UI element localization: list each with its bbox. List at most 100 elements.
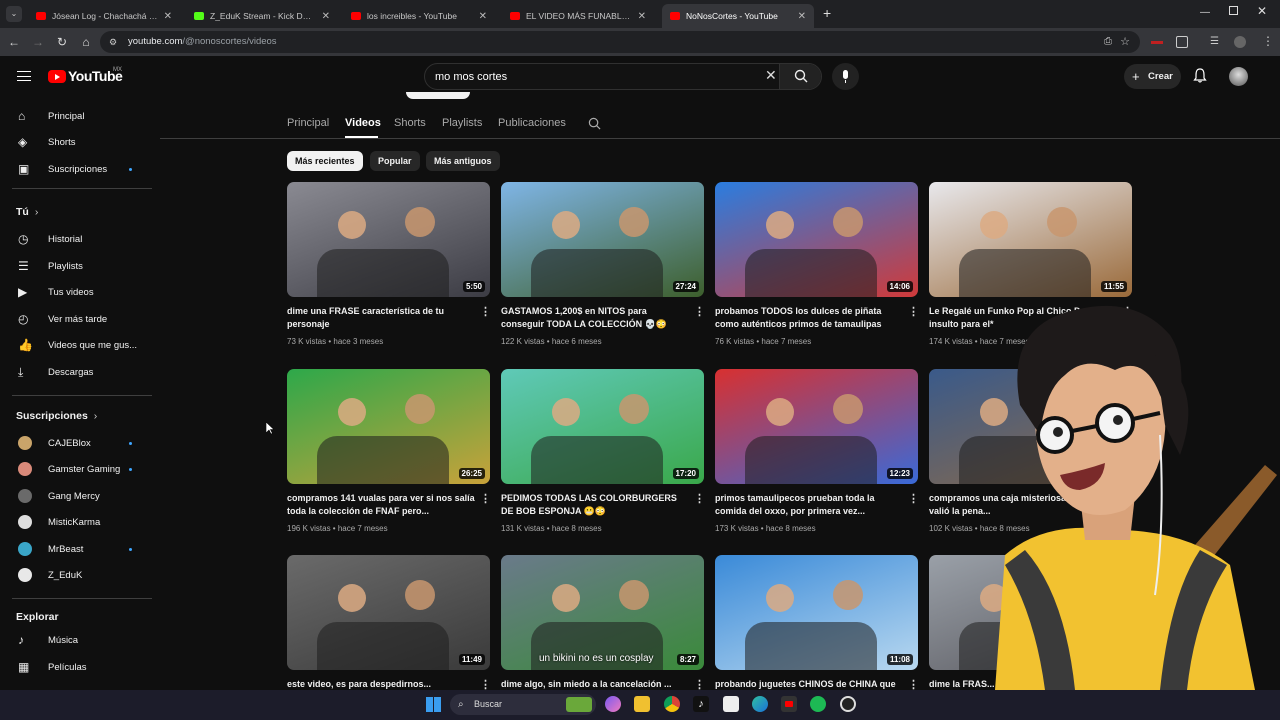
browser-tab[interactable]: los increibles - YouTube ✕ xyxy=(343,4,495,28)
minimize-icon[interactable]: — xyxy=(1200,7,1210,18)
video-thumbnail[interactable]: 14:06 xyxy=(715,182,918,297)
video-title[interactable]: compramos 141 vualas para ver si nos sal… xyxy=(287,492,475,518)
sort-chip[interactable]: Popular xyxy=(370,151,420,171)
sidebar-subscription[interactable]: Gamster Gaming xyxy=(0,456,152,482)
video-thumbnail[interactable]: 8:27 un bikini no es un cosplay xyxy=(501,555,704,670)
more-options-icon[interactable]: ⋮ xyxy=(480,493,491,505)
subscriptions-section-heading[interactable]: Suscripciones › xyxy=(16,410,97,422)
clear-search-icon[interactable]: ✕ xyxy=(765,67,777,84)
create-button[interactable]: + Crear xyxy=(1124,64,1181,89)
bookmark-star-icon[interactable]: ☆ xyxy=(1120,31,1130,53)
spotify-icon[interactable] xyxy=(810,696,826,712)
restore-icon[interactable] xyxy=(1229,6,1238,15)
back-icon[interactable]: ← xyxy=(6,34,22,50)
windows-start-icon[interactable] xyxy=(426,697,441,712)
channel-tab[interactable]: Principal xyxy=(287,117,329,129)
extensions-icon[interactable] xyxy=(1176,36,1188,48)
search-button[interactable] xyxy=(779,64,821,89)
notifications-bell-icon[interactable] xyxy=(1193,68,1207,83)
tab-search-icon[interactable]: ⌄ xyxy=(6,6,22,22)
video-title[interactable]: probamos TODOS los dulces de piñata como… xyxy=(715,305,903,331)
sidebar-item[interactable]: ♪ Música xyxy=(0,627,152,653)
close-tab-icon[interactable]: ✕ xyxy=(479,11,487,22)
more-options-icon[interactable]: ⋮ xyxy=(694,493,705,505)
video-thumbnail[interactable]: 17:20 xyxy=(501,369,704,484)
close-tab-icon[interactable]: ✕ xyxy=(322,11,330,22)
youtube-app-icon[interactable] xyxy=(781,696,797,712)
channel-tab[interactable]: Playlists xyxy=(442,117,482,129)
browser-tab[interactable]: NoNosCortes - YouTube ✕ xyxy=(662,4,814,28)
obs-icon[interactable] xyxy=(840,696,856,712)
you-section-heading[interactable]: Tú › xyxy=(16,206,38,218)
sidebar-item[interactable]: 👍 Videos que me gus... xyxy=(0,332,152,358)
video-title[interactable]: GASTAMOS 1,200$ en NITOS para conseguir … xyxy=(501,305,689,331)
account-avatar[interactable] xyxy=(1229,67,1248,86)
new-tab-icon[interactable]: + xyxy=(823,6,831,20)
video-title[interactable]: primos tamaulipecos prueban toda la comi… xyxy=(715,492,903,518)
taskbar-search-box[interactable]: ⌕ Buscar xyxy=(450,694,596,715)
search-input[interactable] xyxy=(435,68,755,86)
video-thumbnail[interactable]: 12:23 xyxy=(715,369,918,484)
sort-chip[interactable]: Más antiguos xyxy=(426,151,500,171)
close-tab-icon[interactable]: ✕ xyxy=(638,11,646,22)
more-options-icon[interactable]: ⋮ xyxy=(908,493,919,505)
video-thumbnail[interactable]: 5:50 xyxy=(287,182,490,297)
browser-tab[interactable]: Z_EduK Stream - Kick Dashboar ✕ xyxy=(186,4,338,28)
sidebar-subscription[interactable]: Gang Mercy xyxy=(0,483,152,509)
sidebar-item[interactable]: ◴ Ver más tarde xyxy=(0,306,152,332)
video-thumbnail[interactable]: 27:24 xyxy=(501,182,704,297)
video-thumbnail[interactable]: 11:08 xyxy=(715,555,918,670)
youtube-logo-icon[interactable] xyxy=(48,70,66,83)
more-options-icon[interactable]: ⋮ xyxy=(908,306,919,318)
sidebar-subscription[interactable]: Z_EduK xyxy=(0,562,152,588)
sidebar-item[interactable]: ⤓ Descargas xyxy=(0,359,152,385)
close-window-icon[interactable]: ✕ xyxy=(1257,4,1267,18)
channel-tab[interactable]: Publicaciones xyxy=(498,117,566,129)
sidebar-item[interactable]: ▣ Suscripciones xyxy=(0,156,152,182)
subscribe-pill[interactable] xyxy=(406,92,470,99)
sidebar-item[interactable]: ◷ Historial xyxy=(0,226,152,252)
site-info-icon[interactable]: ⚙ xyxy=(109,31,117,53)
reload-icon[interactable]: ↻ xyxy=(54,34,70,50)
sidebar-item[interactable]: ◈ Shorts xyxy=(0,129,152,155)
forward-icon[interactable]: → xyxy=(30,34,46,50)
file-explorer-icon[interactable] xyxy=(634,696,650,712)
channel-tab[interactable]: Videos xyxy=(345,117,381,129)
video-title[interactable]: dime una FRASE característica de tu pers… xyxy=(287,305,475,331)
more-options-icon[interactable]: ⋮ xyxy=(694,306,705,318)
menu-icon[interactable] xyxy=(17,71,31,81)
sidebar-item[interactable]: ▦ Películas xyxy=(0,654,152,680)
reading-list-icon[interactable]: ☰ xyxy=(1210,36,1219,47)
channel-search-icon[interactable] xyxy=(588,117,601,130)
browser-tab[interactable]: Jósean Log - Chachachá (Lyric V ✕ xyxy=(28,4,180,28)
chrome-icon[interactable] xyxy=(664,696,680,712)
sidebar-subscription[interactable]: CAJEBlox xyxy=(0,430,152,456)
sidebar-item[interactable]: ⌂ Principal xyxy=(0,103,152,129)
profile-icon[interactable] xyxy=(1234,36,1246,48)
address-bar[interactable]: ⚙ youtube.com/@nonoscortes/videos ⎙ ☆ xyxy=(100,31,1140,53)
capcut-icon[interactable] xyxy=(723,696,739,712)
tiktok-icon[interactable]: ♪ xyxy=(693,696,709,712)
channel-tab[interactable]: Shorts xyxy=(394,117,426,129)
close-tab-icon[interactable]: ✕ xyxy=(164,11,172,22)
browser-menu-icon[interactable]: ⋮ xyxy=(1262,34,1274,48)
extension-red-icon[interactable] xyxy=(1151,41,1163,44)
video-thumbnail[interactable]: 26:25 xyxy=(287,369,490,484)
browser-tab[interactable]: EL VIDEO MÁS FUNABLE DE MI ✕ xyxy=(502,4,654,28)
explore-section-heading[interactable]: Explorar xyxy=(16,611,59,623)
copilot-icon[interactable] xyxy=(605,696,621,712)
sidebar-item[interactable]: ▶ Tus videos xyxy=(0,279,152,305)
home-browser-icon[interactable]: ⌂ xyxy=(78,34,94,50)
edge-icon[interactable] xyxy=(752,696,768,712)
voice-search-button[interactable] xyxy=(832,63,859,90)
sort-chip[interactable]: Más recientes xyxy=(287,151,363,171)
video-thumbnail[interactable]: 11:49 xyxy=(287,555,490,670)
sidebar-item[interactable]: ☰ Playlists xyxy=(0,253,152,279)
video-title[interactable]: PEDIMOS TODAS LAS COLORBURGERS DE BOB ES… xyxy=(501,492,689,518)
sidebar-subscription[interactable]: MrBeast xyxy=(0,536,152,562)
video-thumbnail[interactable]: 11:55 xyxy=(929,182,1132,297)
close-tab-icon[interactable]: ✕ xyxy=(798,11,806,22)
more-options-icon[interactable]: ⋮ xyxy=(480,306,491,318)
sidebar-subscription[interactable]: MisticKarma xyxy=(0,509,152,535)
install-icon[interactable]: ⎙ xyxy=(1104,31,1112,53)
